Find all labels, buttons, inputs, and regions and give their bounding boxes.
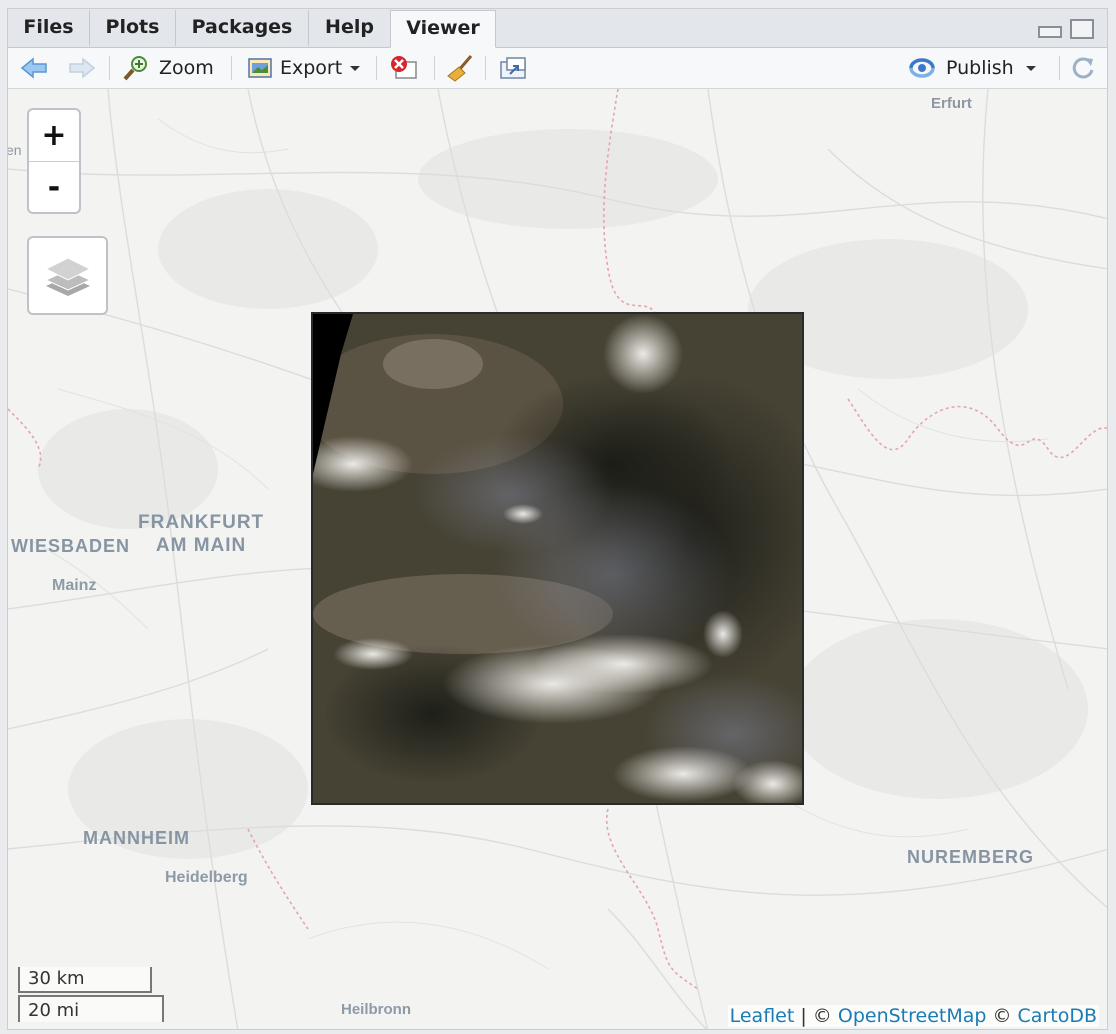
- raster-image-overlay: [311, 312, 804, 805]
- zoom-control: + -: [27, 108, 81, 214]
- label-edge-partial: en: [8, 142, 22, 158]
- label-nuremberg: NUREMBERG: [907, 847, 1035, 867]
- maximize-icon[interactable]: [1070, 19, 1094, 39]
- remove-viewer-button[interactable]: [388, 48, 420, 88]
- broom-icon: [447, 55, 473, 82]
- popout-icon: [500, 57, 526, 79]
- label-wiesbaden: WIESBADEN: [11, 536, 131, 556]
- zoom-label: Zoom: [159, 57, 214, 79]
- map-attribution: Leaflet | © OpenStreetMap © CartoDB: [727, 1005, 1099, 1027]
- openstreetmap-link[interactable]: OpenStreetMap: [838, 1005, 987, 1027]
- layers-control-button[interactable]: [27, 236, 108, 315]
- publish-label: Publish: [946, 57, 1014, 79]
- export-button[interactable]: Export: [246, 48, 362, 88]
- export-icon: [248, 58, 272, 78]
- leaflet-link[interactable]: Leaflet: [730, 1005, 795, 1027]
- scale-metric: 30 km: [18, 967, 152, 993]
- label-frankfurt: FRANKFURT AM MAIN: [138, 512, 265, 556]
- refresh-button[interactable]: [1069, 48, 1097, 88]
- label-mainz: Mainz: [52, 577, 97, 594]
- viewer-toolbar: Zoom Export Publish: [8, 48, 1107, 89]
- zoom-in-button[interactable]: +: [29, 110, 79, 161]
- label-heidelberg: Heidelberg: [165, 869, 248, 886]
- attribution-separator: | ©: [800, 1005, 832, 1027]
- zoom-out-button[interactable]: -: [29, 161, 79, 212]
- label-heilbronn: Heilbronn: [341, 1001, 411, 1018]
- attribution-separator: ©: [992, 1005, 1012, 1027]
- viewer-pane: Files Plots Packages Help Viewer Zoom Ex…: [7, 8, 1108, 1030]
- tab-help[interactable]: Help: [309, 10, 391, 46]
- label-mannheim: MANNHEIM: [83, 828, 190, 848]
- back-button[interactable]: [20, 48, 48, 88]
- scale-imperial: 20 mi: [18, 995, 164, 1022]
- back-arrow-icon: [20, 57, 47, 79]
- zoom-icon: [123, 56, 147, 81]
- tab-packages[interactable]: Packages: [176, 10, 309, 46]
- satellite-raster: [313, 314, 802, 803]
- scale-bar: 30 km 20 mi: [18, 967, 164, 1022]
- forward-arrow-icon: [69, 57, 96, 79]
- publish-icon: [909, 58, 935, 78]
- clear-all-button[interactable]: [445, 48, 475, 88]
- tab-viewer[interactable]: Viewer: [390, 10, 496, 48]
- zoom-button[interactable]: Zoom: [121, 48, 214, 88]
- refresh-icon: [1072, 57, 1094, 79]
- chevron-down-icon: [350, 66, 361, 71]
- tab-plots[interactable]: Plots: [90, 10, 176, 46]
- layers-icon: [44, 256, 91, 296]
- tab-files[interactable]: Files: [8, 10, 90, 46]
- minimize-icon[interactable]: [1038, 26, 1062, 38]
- leaflet-map[interactable]: Erfurt en FRANKFURT AM MAIN WIESBADEN Ma…: [8, 89, 1107, 1029]
- forward-button[interactable]: [68, 48, 96, 88]
- label-erfurt: Erfurt: [931, 95, 972, 112]
- popout-button[interactable]: [498, 48, 530, 88]
- chevron-down-icon: [1025, 66, 1036, 71]
- publish-button[interactable]: Publish: [907, 48, 1038, 88]
- remove-icon: [391, 56, 417, 79]
- tab-bar: Files Plots Packages Help Viewer: [8, 9, 1107, 48]
- cartodb-link[interactable]: CartoDB: [1018, 1005, 1097, 1027]
- export-label: Export: [280, 57, 343, 79]
